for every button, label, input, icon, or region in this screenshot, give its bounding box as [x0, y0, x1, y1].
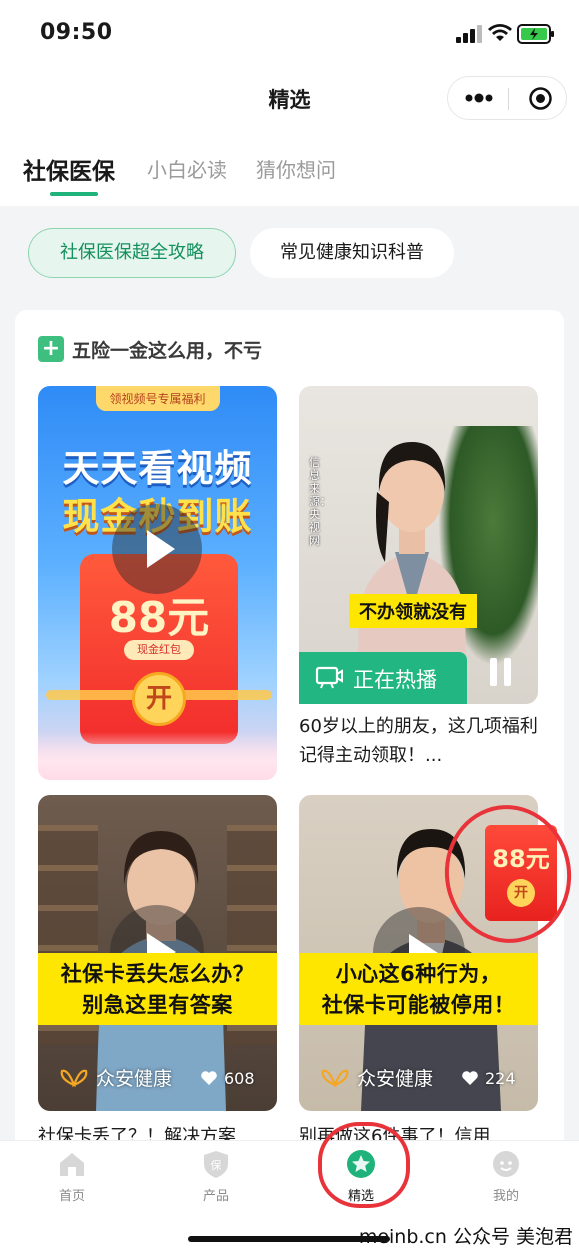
promo-tag: 领视频号专属福利: [95, 386, 220, 411]
wifi-icon: [488, 24, 512, 41]
tv-icon: [315, 666, 343, 689]
chip-health-knowledge[interactable]: 常见健康知识科普: [250, 228, 454, 278]
active-tab-indicator: [50, 192, 98, 196]
play-button[interactable]: [112, 504, 202, 594]
plus-icon: +: [38, 336, 64, 362]
video-card-lost-card[interactable]: 社保卡丢失怎么办？ 别急这里有答案 众安健康 608: [38, 795, 277, 1111]
tab-shebao-yibao[interactable]: 社保医保: [23, 152, 115, 186]
video-caption: 不办领就没有: [349, 594, 477, 628]
capsule-divider: [508, 88, 509, 110]
play-icon: [147, 530, 175, 568]
profile-icon: [493, 1151, 519, 1177]
brand-name: 众安健康: [96, 1067, 173, 1090]
video-caption: 社保卡丢失怎么办？ 别急这里有答案: [38, 953, 277, 1025]
brand-name: 众安健康: [357, 1067, 434, 1090]
tabbar-profile-label: 我的: [492, 1189, 519, 1204]
battery-icon: [517, 24, 554, 44]
status-time: 09:50: [40, 20, 113, 45]
caption-line-2: 社保卡可能被停用！: [321, 993, 516, 1017]
chip-shebao-guide[interactable]: 社保医保超全攻略: [28, 228, 236, 278]
like-count[interactable]: 608: [200, 1067, 255, 1089]
open-packet-button[interactable]: 开: [132, 672, 186, 726]
section-title: 五险一金这么用，不亏: [72, 339, 263, 362]
promo-video-card[interactable]: 领视频号专属福利 天天看视频 现金秒到账 88元 现金红包 开: [38, 386, 277, 780]
tabbar-profile[interactable]: 我的: [466, 1149, 546, 1204]
home-icon: [60, 1153, 84, 1176]
nav-bar: 精选: [0, 66, 579, 132]
butterfly-logo-icon: [321, 1069, 349, 1087]
red-packet-label: 现金红包: [124, 640, 194, 660]
category-tabs: 社保医保 小白必读 猜你想问: [0, 132, 579, 206]
promo-headline-1: 天天看视频: [62, 447, 253, 490]
brand-tag: 众安健康: [321, 1065, 434, 1090]
close-target-icon[interactable]: [528, 86, 553, 111]
video-description[interactable]: 60岁以上的朋友，这几项福利记得主动领取！...: [299, 712, 539, 770]
tabbar-home-label: 首页: [58, 1189, 85, 1204]
heart-icon: [201, 1071, 217, 1085]
more-icon[interactable]: [464, 90, 494, 106]
like-count[interactable]: 224: [461, 1067, 516, 1089]
tabbar-products-label: 产品: [202, 1189, 229, 1204]
tab-cai-ni-xiang-wen[interactable]: 猜你想问: [256, 154, 336, 183]
like-number: 608: [224, 1068, 255, 1088]
status-bar: 09:50: [0, 0, 579, 66]
svg-text:保: 保: [211, 1158, 222, 1172]
video-caption: 小心这6种行为， 社保卡可能被停用！: [299, 953, 538, 1025]
tab-xiaobai-bidu[interactable]: 小白必读: [147, 154, 227, 183]
butterfly-logo-icon: [60, 1069, 88, 1087]
tabbar-home[interactable]: 首页: [32, 1149, 112, 1204]
source-label: 信息来源：央视网: [309, 456, 331, 547]
section-header: + 五险一金这么用，不亏: [38, 335, 262, 363]
pause-icon[interactable]: [490, 658, 514, 686]
watermark-text: meinb.cn 公众号 美泡君: [358, 1226, 573, 1248]
caption-line-2: 别急这里有答案: [82, 993, 233, 1017]
annotation-circle-featured-tab: [318, 1122, 410, 1208]
cloud-decoration: [38, 732, 277, 780]
like-number: 224: [485, 1068, 516, 1088]
caption-line-1: 小心这6种行为，: [335, 962, 502, 986]
heart-icon: [462, 1071, 478, 1085]
shield-icon: 保: [204, 1151, 228, 1178]
now-playing-label: 正在热播: [353, 668, 437, 692]
tabbar-products[interactable]: 保 产品: [176, 1149, 256, 1204]
caption-line-1: 社保卡丢失怎么办？: [60, 962, 255, 986]
miniprogram-capsule: [447, 76, 567, 120]
now-playing-badge: 正在热播: [299, 652, 467, 704]
signal-icon: [456, 25, 482, 43]
brand-tag: 众安健康: [60, 1065, 173, 1090]
